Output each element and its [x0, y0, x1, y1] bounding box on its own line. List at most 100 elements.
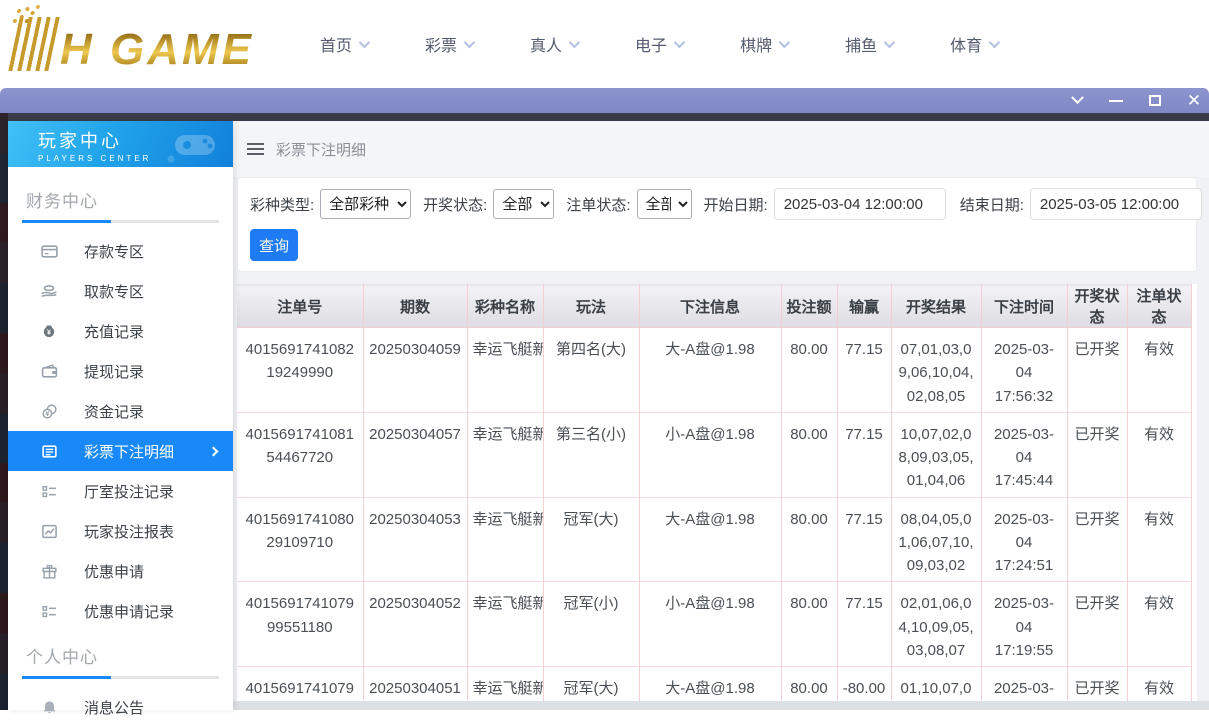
- cell-bet-id: 401569174108029109710: [237, 497, 363, 582]
- nav-label: 首页: [320, 32, 352, 56]
- cell-period: 20250304059: [363, 328, 467, 413]
- cell-draw-result: 02,01,06,04,10,09,05,03,08,07: [891, 582, 981, 667]
- chevron-down-icon: [674, 37, 685, 48]
- draw-status-label: 开奖状态:: [423, 194, 487, 215]
- sidebar-item-label: 存款专区: [84, 241, 144, 262]
- hand-coin-icon: [40, 282, 58, 300]
- col-header: 注单状态: [1127, 285, 1191, 328]
- cell-bet-info: 小-A盘@1.98: [639, 582, 781, 667]
- cell-draw-result: 07,01,03,09,06,10,04,02,08,05: [891, 328, 981, 413]
- sidebar: 玩家中心 PLAYERS CENTER 财务中心: [8, 121, 233, 710]
- section-underline: [22, 220, 219, 223]
- sidebar-item-promo-apply-records[interactable]: 优惠申请记录: [8, 591, 233, 631]
- nav-item-live[interactable]: 真人: [530, 32, 577, 56]
- menu-toggle-icon[interactable]: [247, 143, 264, 155]
- sidebar-item-label: 取款专区: [84, 281, 144, 302]
- bet-status-label: 注单状态:: [566, 194, 630, 215]
- lottery-type-select[interactable]: 全部彩种: [320, 189, 411, 219]
- cell-draw-status: 已开奖: [1067, 497, 1127, 582]
- sidebar-item-promo-apply[interactable]: 优惠申请: [8, 551, 233, 591]
- col-header: 玩法: [543, 285, 639, 328]
- cell-bet-id: 401569174108154467720: [237, 412, 363, 497]
- sidebar-item-label: 厅室投注记录: [84, 481, 174, 502]
- query-button[interactable]: 查询: [250, 229, 298, 261]
- sidebar-item-withdraw-records[interactable]: 提现记录: [8, 351, 233, 391]
- bets-table: 注单号 期数 彩种名称 玩法 下注信息 投注额 输赢 开奖结果 下注时间 开奖状…: [237, 284, 1192, 710]
- chevron-right-icon: [209, 446, 219, 456]
- sidebar-item-announcements[interactable]: 消息公告: [8, 687, 233, 727]
- nav-item-sports[interactable]: 体育: [950, 32, 997, 56]
- brand-logo[interactable]: H GAME: [14, 17, 254, 71]
- window-titlebar[interactable]: ✕: [0, 88, 1209, 113]
- sidebar-item-withdraw[interactable]: 取款专区: [8, 271, 233, 311]
- sidebar-section-finance: 财务中心: [8, 187, 233, 223]
- sidebar-item-player-bet-report[interactable]: 玩家投注报表: [8, 511, 233, 551]
- cell-bet-status: 有效: [1127, 412, 1191, 497]
- cell-lottery-name: 幸运飞艇新: [467, 582, 543, 667]
- sidebar-header: 玩家中心 PLAYERS CENTER: [8, 121, 233, 167]
- maximize-window-button[interactable]: [1146, 92, 1164, 110]
- filter-row: 彩种类型: 全部彩种 开奖状态: 全部 注单状态: 全部 开始日期: 结束日期:: [250, 188, 1184, 220]
- cell-play: 第四名(大): [543, 328, 639, 413]
- start-date-input[interactable]: [774, 188, 946, 220]
- nav-item-lottery[interactable]: 彩票: [425, 32, 472, 56]
- col-header: 下注时间: [981, 285, 1067, 328]
- bank-card-icon: [40, 242, 58, 260]
- bet-status-select[interactable]: 全部: [637, 189, 692, 219]
- sidebar-item-label: 充值记录: [84, 321, 144, 342]
- svg-text:¥: ¥: [47, 330, 51, 337]
- wallet-icon: [40, 362, 58, 380]
- cell-lottery-name: 幸运飞艇新: [467, 497, 543, 582]
- maximize-icon: [1149, 95, 1161, 106]
- horizontal-scrollbar[interactable]: [233, 701, 1209, 710]
- draw-status-select[interactable]: 全部: [493, 189, 554, 219]
- logo-text: H GAME: [60, 29, 254, 71]
- bets-table-card: 注单号 期数 彩种名称 玩法 下注信息 投注额 输赢 开奖结果 下注时间 开奖状…: [237, 284, 1197, 710]
- cell-amount: 80.00: [781, 328, 837, 413]
- logo-bars-icon: [8, 17, 63, 71]
- cell-bet-time: 2025-03-04 17:45:44: [981, 412, 1067, 497]
- nav-label: 彩票: [425, 32, 457, 56]
- site-header: H GAME 首页 彩票 真人 电子 棋牌 捕鱼 体育: [0, 0, 1209, 88]
- minimize-icon: [1109, 100, 1123, 102]
- cell-bet-status: 有效: [1127, 582, 1191, 667]
- cell-bet-time: 2025-03-04 17:19:55: [981, 582, 1067, 667]
- sidebar-item-recharge-records[interactable]: ¥ 充值记录: [8, 311, 233, 351]
- cell-period: 20250304057: [363, 412, 467, 497]
- collapse-window-button[interactable]: [1068, 92, 1086, 110]
- end-date-label: 结束日期:: [960, 194, 1024, 215]
- table-header-row: 注单号 期数 彩种名称 玩法 下注信息 投注额 输赢 开奖结果 下注时间 开奖状…: [237, 285, 1191, 328]
- chevron-down-icon: [569, 37, 580, 48]
- sidebar-item-label: 彩票下注明细: [84, 441, 174, 462]
- sidebar-item-lottery-bet-details[interactable]: 彩票下注明细: [8, 431, 233, 471]
- cell-bet-status: 有效: [1127, 497, 1191, 582]
- minimize-window-button[interactable]: [1107, 92, 1125, 110]
- close-window-button[interactable]: ✕: [1185, 92, 1203, 110]
- cell-play: 冠军(小): [543, 582, 639, 667]
- col-header: 注单号: [237, 285, 363, 328]
- filter-panel: 彩种类型: 全部彩种 开奖状态: 全部 注单状态: 全部 开始日期: 结束日期:: [237, 177, 1197, 272]
- nav-item-fishing[interactable]: 捕鱼: [845, 32, 892, 56]
- sidebar-item-hall-bet-records[interactable]: 厅室投注记录: [8, 471, 233, 511]
- cell-winloss: 77.15: [837, 328, 891, 413]
- gift-icon: [40, 562, 58, 580]
- app-window: 玩家中心 PLAYERS CENTER 财务中心: [8, 121, 1209, 710]
- sidebar-item-deposit[interactable]: 存款专区: [8, 231, 233, 271]
- gamepad-icon: [167, 129, 219, 163]
- chevron-down-icon: [989, 37, 1000, 48]
- records-icon: [40, 482, 58, 500]
- start-date-label: 开始日期:: [704, 194, 768, 215]
- nav-label: 棋牌: [740, 32, 772, 56]
- nav-item-chess[interactable]: 棋牌: [740, 32, 787, 56]
- cell-winloss: 77.15: [837, 497, 891, 582]
- col-header: 投注额: [781, 285, 837, 328]
- cell-amount: 80.00: [781, 497, 837, 582]
- nav-item-home[interactable]: 首页: [320, 32, 367, 56]
- end-date-input[interactable]: [1030, 188, 1202, 220]
- nav-item-electronic[interactable]: 电子: [635, 32, 682, 56]
- cell-bet-id: 401569174108219249990: [237, 328, 363, 413]
- cell-winloss: 77.15: [837, 582, 891, 667]
- cell-bet-info: 大-A盘@1.98: [639, 328, 781, 413]
- sidebar-item-fund-records[interactable]: ¥ 资金记录: [8, 391, 233, 431]
- table-row: 401569174108219249990 20250304059 幸运飞艇新 …: [237, 328, 1191, 413]
